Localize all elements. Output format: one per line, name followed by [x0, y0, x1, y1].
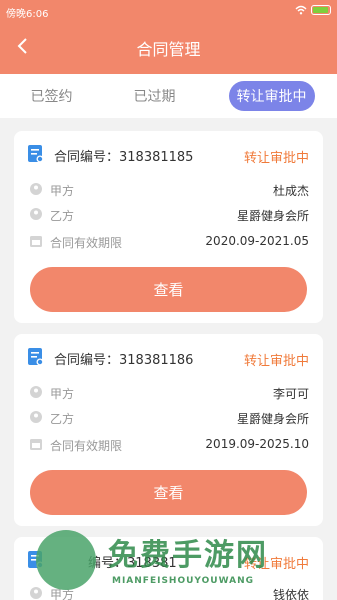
party-b-label: 乙方 [50, 209, 75, 223]
status-bar: 傍晚6:06 [0, 0, 337, 24]
calendar-icon [30, 236, 42, 247]
tab-transfer-pending[interactable]: 转让审批中 [228, 81, 315, 111]
contract-card: 合同编号：318381186 转让审批中 甲方 李可可 乙方 星爵健身会所 合同… [14, 334, 323, 526]
party-b-label: 乙方 [50, 412, 75, 426]
party-a-value: 杜成杰 [272, 184, 309, 198]
contract-number: 合同编号：318381186 [54, 353, 194, 368]
period-value: 2019.09-2025.10 [205, 437, 309, 451]
watermark-logo [36, 530, 96, 590]
document-icon [28, 145, 44, 163]
party-b-value: 星爵健身会所 [236, 412, 309, 426]
wifi-icon [295, 5, 307, 15]
person-icon [30, 386, 42, 398]
calendar-icon [30, 439, 42, 450]
person-icon [30, 183, 42, 195]
person-icon [30, 411, 42, 423]
tab-bar: 已签约 已过期 转让审批中 [0, 74, 337, 118]
page-title: 合同管理 [136, 40, 201, 59]
tab-expired[interactable]: 已过期 [126, 81, 184, 111]
watermark-title: 免费手游网 [108, 538, 268, 573]
view-button[interactable]: 查看 [30, 470, 307, 515]
period-value: 2020.09-2021.05 [205, 234, 309, 248]
watermark-subtitle: MIANFEISHOUYOUWANG [112, 576, 254, 586]
status-badge: 转让审批中 [243, 354, 309, 369]
party-a-label: 甲方 [50, 184, 75, 198]
party-b-value: 星爵健身会所 [236, 209, 309, 223]
period-label: 合同有效期限 [50, 439, 123, 453]
document-icon [28, 348, 44, 366]
person-icon [30, 208, 42, 220]
contract-card: 合同编号：318381185 转让审批中 甲方 杜成杰 乙方 星爵健身会所 合同… [14, 131, 323, 323]
tab-signed[interactable]: 已签约 [23, 81, 81, 111]
status-icons [295, 5, 331, 15]
battery-icon [311, 5, 331, 15]
view-button[interactable]: 查看 [30, 267, 307, 312]
period-label: 合同有效期限 [50, 236, 123, 250]
nav-bar: 合同管理 [0, 24, 337, 68]
status-time: 傍晚6:06 [6, 9, 49, 20]
watermark: 免费手游网 MIANFEISHOUYOUWANG [28, 528, 328, 598]
header-bar: 傍晚6:06 合同管理 [0, 0, 337, 74]
contract-number: 合同编号：318381185 [54, 150, 194, 165]
party-a-value: 李可可 [272, 387, 309, 401]
party-a-label: 甲方 [50, 387, 75, 401]
status-badge: 转让审批中 [243, 151, 309, 166]
